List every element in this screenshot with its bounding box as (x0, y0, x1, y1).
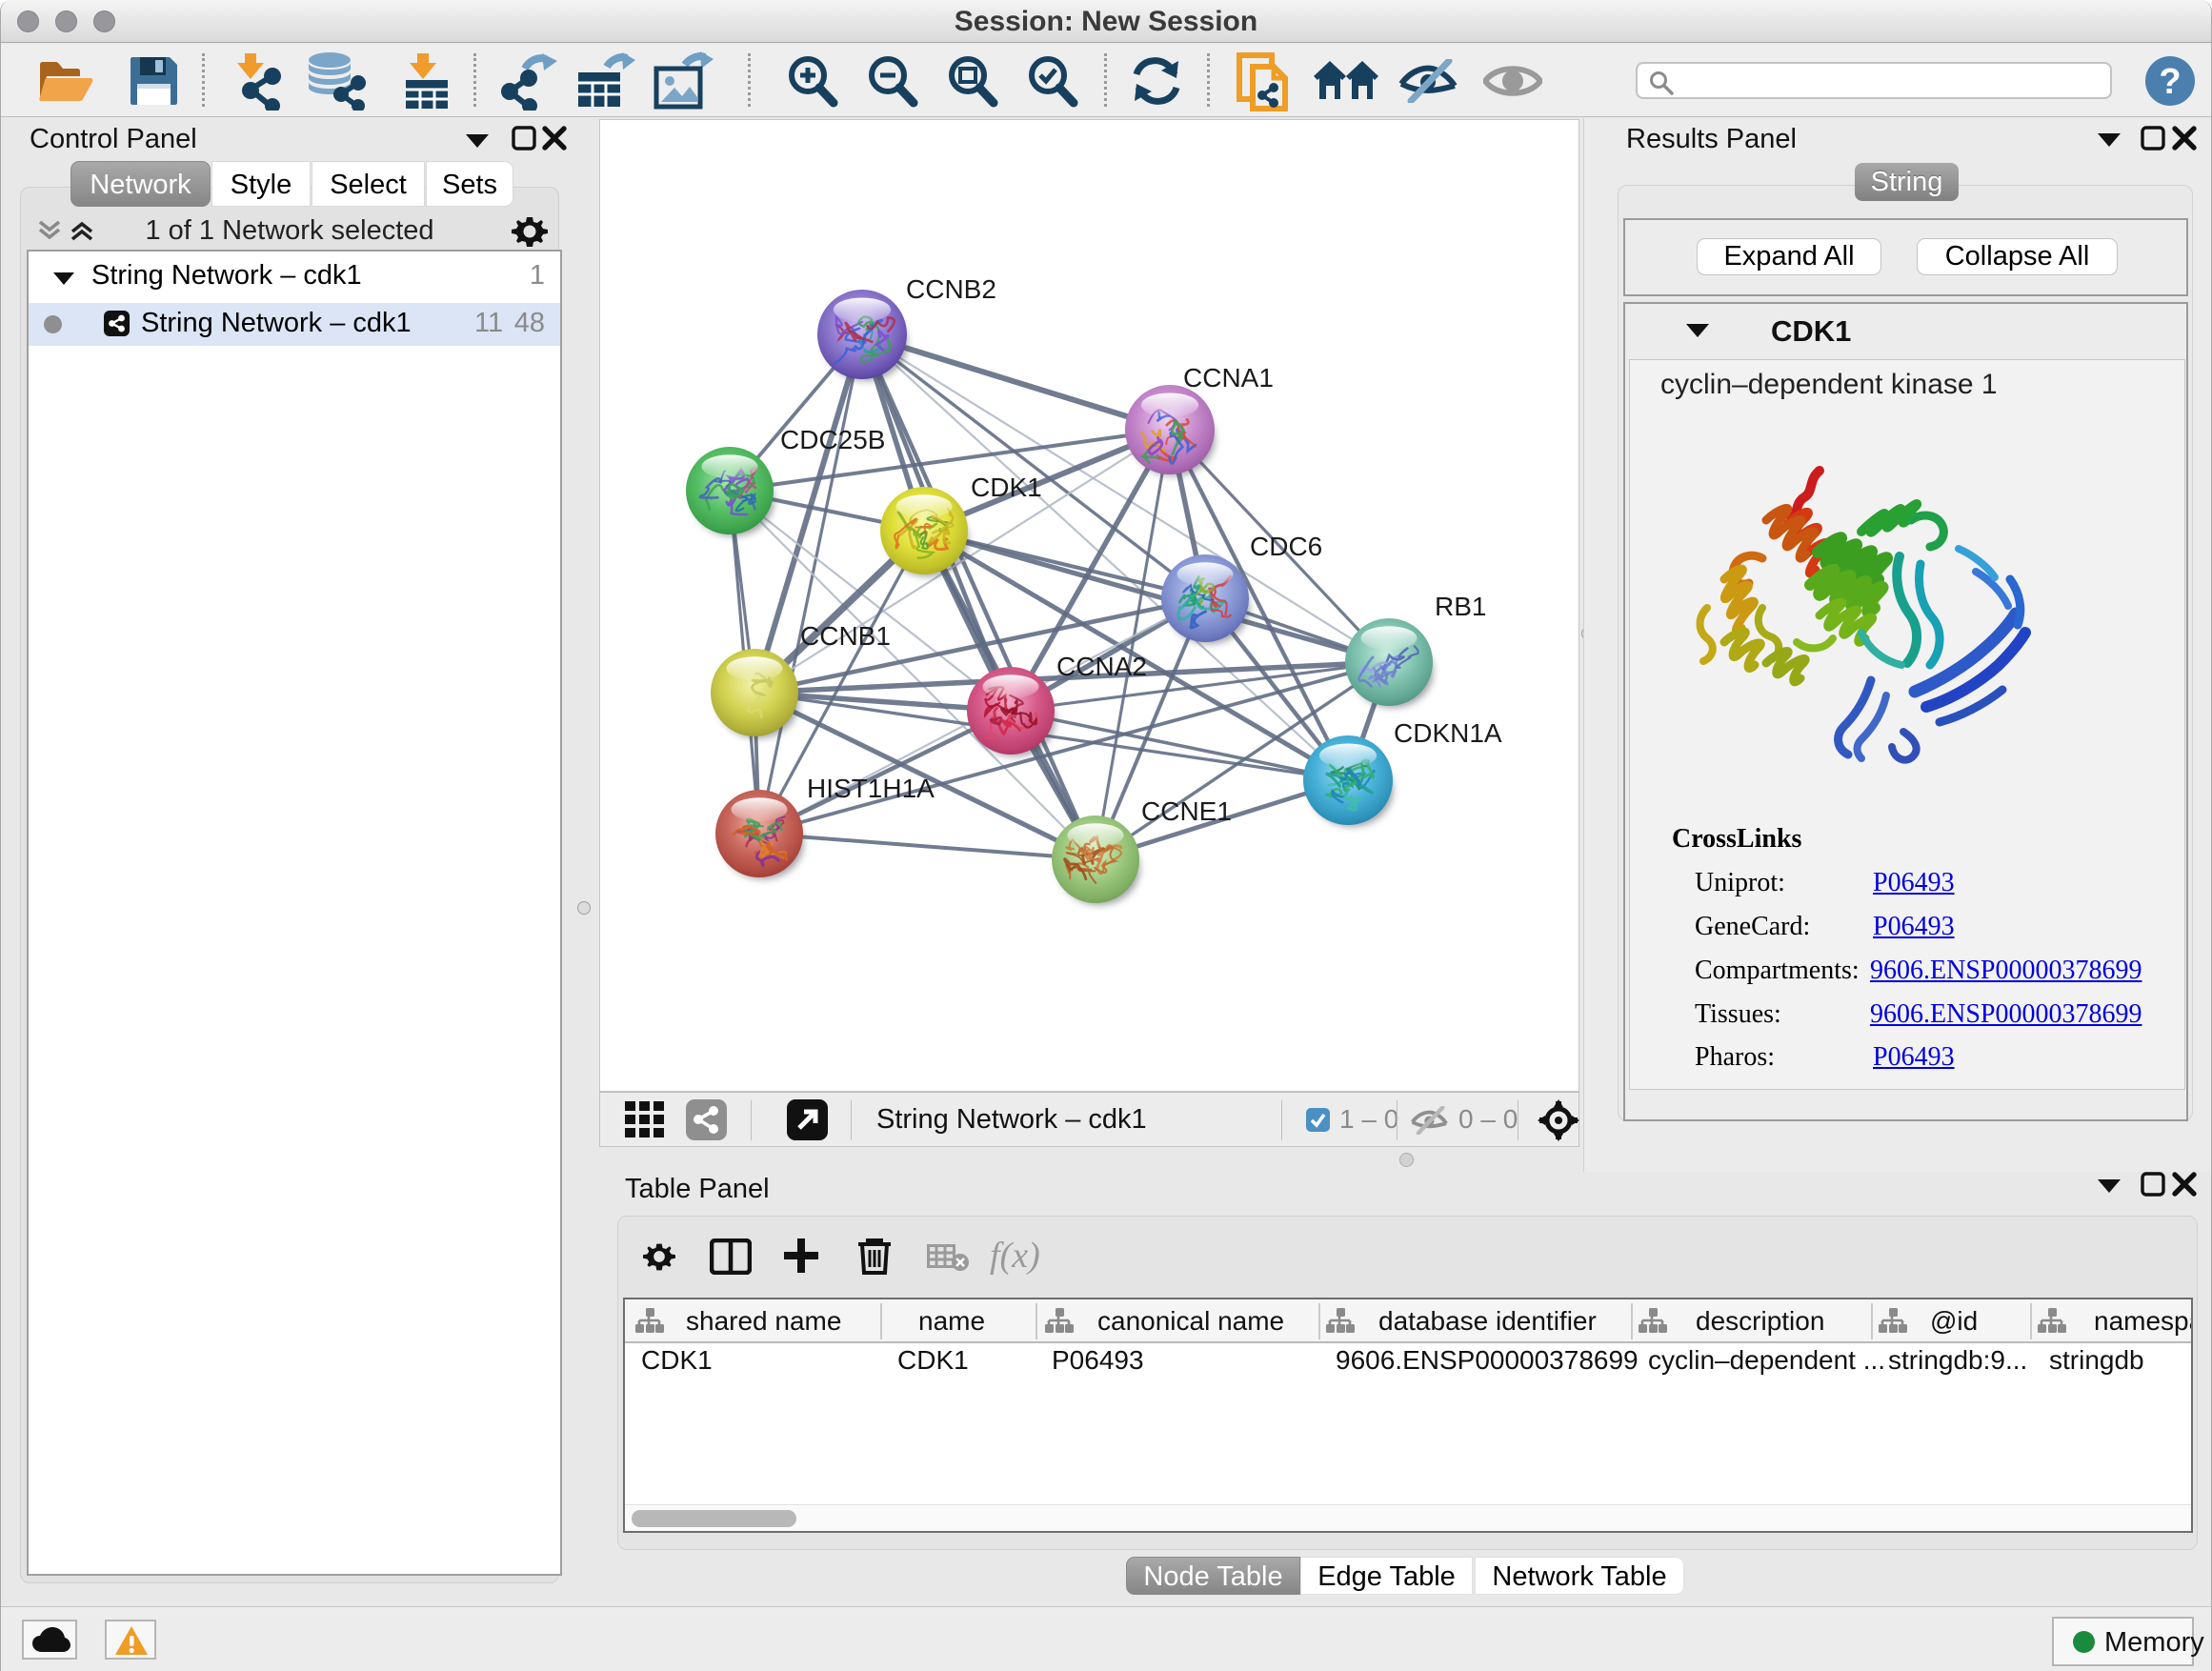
svg-text:CDC25B: CDC25B (780, 425, 885, 454)
svg-text:CDK1: CDK1 (971, 473, 1042, 502)
svg-text:CCNB2: CCNB2 (906, 274, 996, 304)
svg-text:?: ? (2159, 62, 2181, 102)
svg-text:CDKN1A: CDKN1A (1394, 718, 1502, 748)
svg-text:CCNA2: CCNA2 (1056, 652, 1147, 681)
svg-text:CCNE1: CCNE1 (1141, 796, 1232, 826)
svg-text:CCNB1: CCNB1 (800, 621, 891, 651)
svg-text:CCNA1: CCNA1 (1183, 363, 1274, 393)
svg-text:RB1: RB1 (1435, 592, 1486, 621)
svg-text:CDC6: CDC6 (1250, 532, 1322, 561)
svg-text:HIST1H1A: HIST1H1A (807, 774, 935, 803)
